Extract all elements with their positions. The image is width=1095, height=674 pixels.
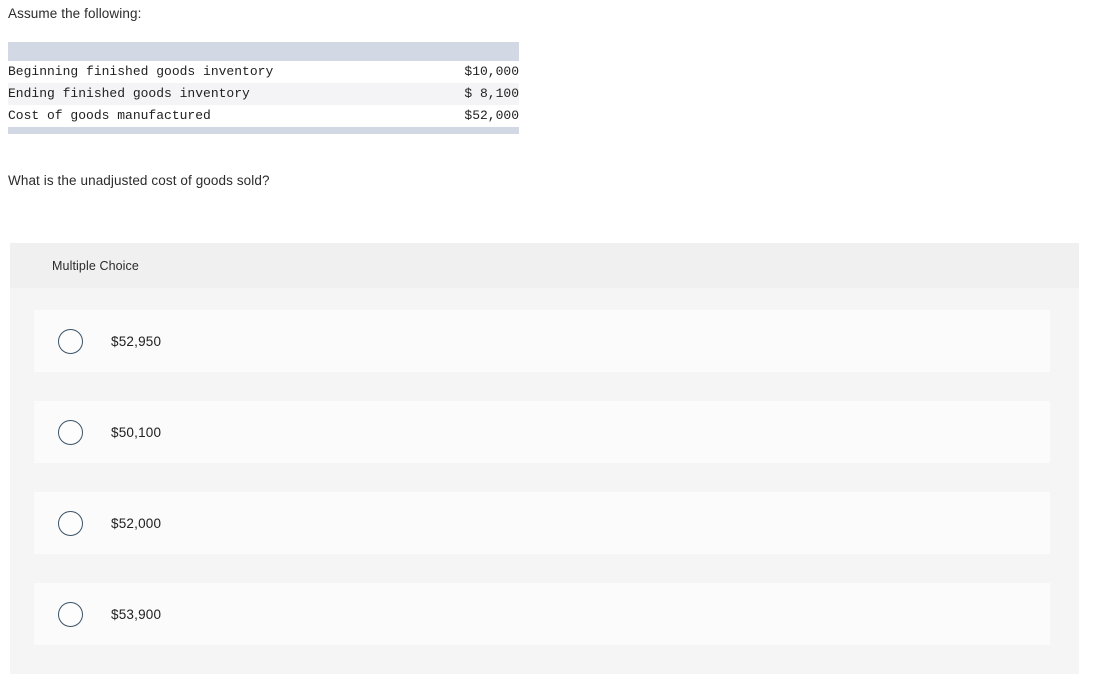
table-header-value-cell (431, 42, 519, 61)
answer-option-label-4: $53,900 (111, 606, 162, 622)
multiple-choice-label: Multiple Choice (52, 258, 139, 273)
answer-option-label-2: $50,100 (111, 424, 162, 440)
table-header-label-cell (8, 42, 432, 61)
question-prompt: What is the unadjusted cost of goods sol… (8, 173, 270, 188)
radio-button-icon-3[interactable] (58, 510, 83, 536)
multiple-choice-panel: Multiple Choice $52,950 $50,100 $52,000 … (10, 243, 1079, 674)
table-header-row (8, 42, 519, 61)
answer-options-list: $52,950 $50,100 $52,000 $53,900 (10, 288, 1079, 645)
answer-option-2[interactable]: $50,100 (34, 401, 1050, 463)
table-cell-value: $ 8,100 (431, 83, 519, 105)
assumptions-table-header (8, 42, 519, 61)
radio-button-icon-2[interactable] (58, 419, 83, 445)
table-row: Cost of goods manufactured $52,000 (8, 105, 519, 127)
answer-option-1[interactable]: $52,950 (34, 310, 1050, 372)
answer-option-3[interactable]: $52,000 (34, 492, 1050, 554)
table-row: Beginning finished goods inventory $10,0… (8, 61, 519, 83)
answer-option-label-3: $52,000 (111, 515, 162, 531)
assume-the-following-text: Assume the following: (8, 6, 142, 21)
assumptions-table-body: Beginning finished goods inventory $10,0… (8, 61, 519, 127)
table-footer-row (8, 127, 519, 134)
answer-option-label-1: $52,950 (111, 333, 162, 349)
table-footer-label-cell (8, 127, 432, 134)
multiple-choice-header: Multiple Choice (10, 243, 1079, 288)
assumptions-table: Beginning finished goods inventory $10,0… (8, 42, 519, 134)
table-cell-value: $10,000 (464, 64, 519, 79)
table-cell-label: Beginning finished goods inventory (8, 64, 274, 79)
table-row: Ending finished goods inventory $ 8,100 (8, 83, 519, 105)
radio-button-icon-1[interactable] (58, 328, 83, 354)
table-cell-label: Ending finished goods inventory (8, 83, 432, 105)
assumptions-table-container: Beginning finished goods inventory $10,0… (8, 42, 519, 134)
table-cell-label: Cost of goods manufactured (8, 108, 211, 123)
answer-option-4[interactable]: $53,900 (34, 583, 1050, 645)
table-cell-value: $52,000 (464, 108, 519, 123)
table-footer-value-cell (431, 127, 519, 134)
radio-button-icon-4[interactable] (58, 601, 83, 627)
assumptions-table-footer (8, 127, 519, 134)
